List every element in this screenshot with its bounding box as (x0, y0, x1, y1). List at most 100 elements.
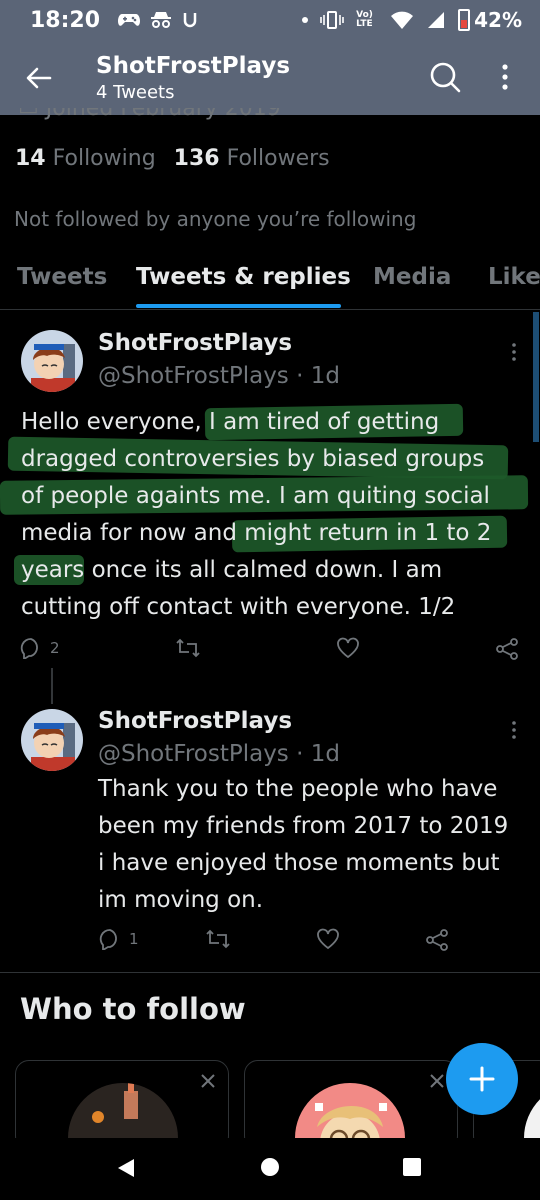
status-bar: 18:20 Vo) LTE 42% (0, 0, 540, 40)
tweet-text-line: media for now and might return in 1 to 2 (21, 520, 492, 546)
tweet-author-name[interactable]: ShotFrostPlays (98, 330, 292, 356)
tweet-text-line: i have enjoyed those moments but (98, 850, 500, 876)
tweet-text: Hello everyone, I am tired of getting dr… (21, 404, 526, 626)
close-icon (430, 1074, 444, 1088)
compose-tweet-button[interactable] (446, 1043, 518, 1115)
active-tab-indicator (136, 304, 341, 308)
tweet-text-line: im moving on. (98, 887, 264, 913)
tweet-text-line: Thank you to the people who have (98, 776, 498, 802)
nav-home-button[interactable] (259, 1156, 281, 1182)
tweet-more-button[interactable] (506, 340, 522, 364)
avatar-image (21, 709, 83, 771)
divider (0, 972, 540, 973)
tweet-text-line: of people againts me. I am quiting socia… (21, 483, 490, 509)
avatar[interactable] (21, 330, 83, 392)
tweet-author-handle[interactable]: @ShotFrostPlays · 1d (98, 741, 340, 767)
more-vertical-icon (512, 343, 516, 361)
back-arrow-icon (26, 67, 52, 88)
battery-icon (458, 9, 471, 31)
back-button[interactable] (20, 59, 58, 97)
suggestion-card[interactable] (244, 1060, 458, 1150)
tab-tweets-and-replies[interactable]: Tweets & replies (136, 264, 351, 290)
profile-header: ShotFrostPlays 4 Tweets (0, 40, 540, 115)
tweet-author-handle[interactable]: @ShotFrostPlays · 1d (98, 363, 340, 389)
retweet-button[interactable] (175, 637, 209, 659)
wifi-icon (391, 11, 414, 29)
incognito-icon (151, 12, 172, 28)
tweet-text-line: Hello everyone, I am tired of getting (21, 409, 440, 435)
nav-back-button[interactable] (114, 1156, 138, 1184)
gamepad-icon (118, 14, 141, 26)
share-icon (426, 929, 448, 951)
retweet-icon (206, 929, 230, 949)
tab-tweets[interactable]: Tweets (17, 264, 107, 290)
retweet-icon (176, 638, 200, 658)
profile-tabs: Tweets Tweets & replies Media Likes (0, 250, 540, 310)
plus-icon (469, 1066, 495, 1092)
tweet-author-name[interactable]: ShotFrostPlays (98, 708, 292, 734)
signal-icon (428, 12, 445, 28)
tweet-actions: 1 (0, 928, 540, 958)
who-to-follow-title: Who to follow (20, 992, 246, 1026)
tweet-text-line: been my friends from 2017 to 2019 (98, 813, 509, 839)
search-button[interactable] (426, 58, 464, 96)
following-label: Following (52, 146, 156, 171)
share-button[interactable] (425, 928, 449, 952)
tab-likes[interactable]: Likes (488, 264, 540, 290)
following-count: 14 (15, 146, 46, 171)
circle-home-icon (261, 1158, 279, 1176)
volte-label: Vo) LTE (356, 10, 373, 29)
retweet-button[interactable] (205, 928, 239, 950)
joined-date: ▭ Joined February 2019 (18, 108, 281, 122)
tweet-text-line: cutting off contact with everyone. 1/2 (21, 594, 456, 620)
reply-button[interactable]: 2 (20, 637, 60, 659)
tweet-text: Thank you to the people who have been my… (98, 771, 528, 919)
status-left-icons (118, 11, 198, 29)
status-right: Vo) LTE 42% (302, 8, 522, 32)
header-titles: ShotFrostPlays 4 Tweets (96, 53, 290, 103)
battery: 42% (458, 8, 522, 32)
avatar-image (21, 330, 83, 392)
share-button[interactable] (495, 637, 519, 661)
more-options-button[interactable] (490, 58, 520, 96)
tab-media[interactable]: Media (373, 264, 451, 290)
tweet-text-line: dragged controversies by biased groups (21, 446, 485, 472)
avatar[interactable] (21, 709, 83, 771)
more-vertical-icon (502, 64, 508, 90)
triangle-back-icon (118, 1159, 134, 1177)
thread-connector (51, 668, 53, 704)
followers-count: 136 (173, 146, 220, 171)
reply-icon (99, 929, 117, 950)
notification-dot (302, 17, 309, 23)
tweet-text-line: years once its all calmed down. I am (21, 557, 443, 583)
share-icon (496, 638, 518, 660)
suggestion-card[interactable] (15, 1060, 229, 1150)
heart-icon (337, 637, 359, 659)
system-nav-bar (0, 1138, 540, 1200)
scroll-indicator (533, 312, 539, 442)
reply-count: 1 (129, 930, 139, 948)
like-button[interactable] (336, 637, 368, 659)
more-vertical-icon (512, 721, 516, 739)
close-icon (201, 1074, 215, 1088)
reply-icon (20, 638, 38, 659)
tweet-actions: 2 (0, 637, 540, 667)
dismiss-button[interactable] (198, 1071, 218, 1091)
joined-date-text: Joined February 2019 (45, 108, 281, 121)
square-recents-icon (403, 1158, 421, 1176)
follow-stats: 14 Following 136 Followers (15, 146, 330, 171)
reply-count: 2 (50, 639, 60, 657)
search-icon (430, 62, 461, 93)
dismiss-button[interactable] (427, 1071, 447, 1091)
followers-link[interactable]: 136 Followers (174, 146, 330, 171)
status-time: 18:20 (30, 7, 101, 33)
vibrate-icon (320, 11, 344, 29)
reply-button[interactable]: 1 (99, 928, 139, 950)
header-title: ShotFrostPlays (96, 52, 291, 79)
not-followed-text: Not followed by anyone you’re following (14, 207, 417, 231)
battery-percent: 42% (474, 8, 522, 32)
tweet-more-button[interactable] (506, 718, 522, 742)
like-button[interactable] (316, 928, 348, 950)
nav-recents-button[interactable] (401, 1156, 423, 1182)
following-link[interactable]: 14 Following (15, 146, 156, 171)
